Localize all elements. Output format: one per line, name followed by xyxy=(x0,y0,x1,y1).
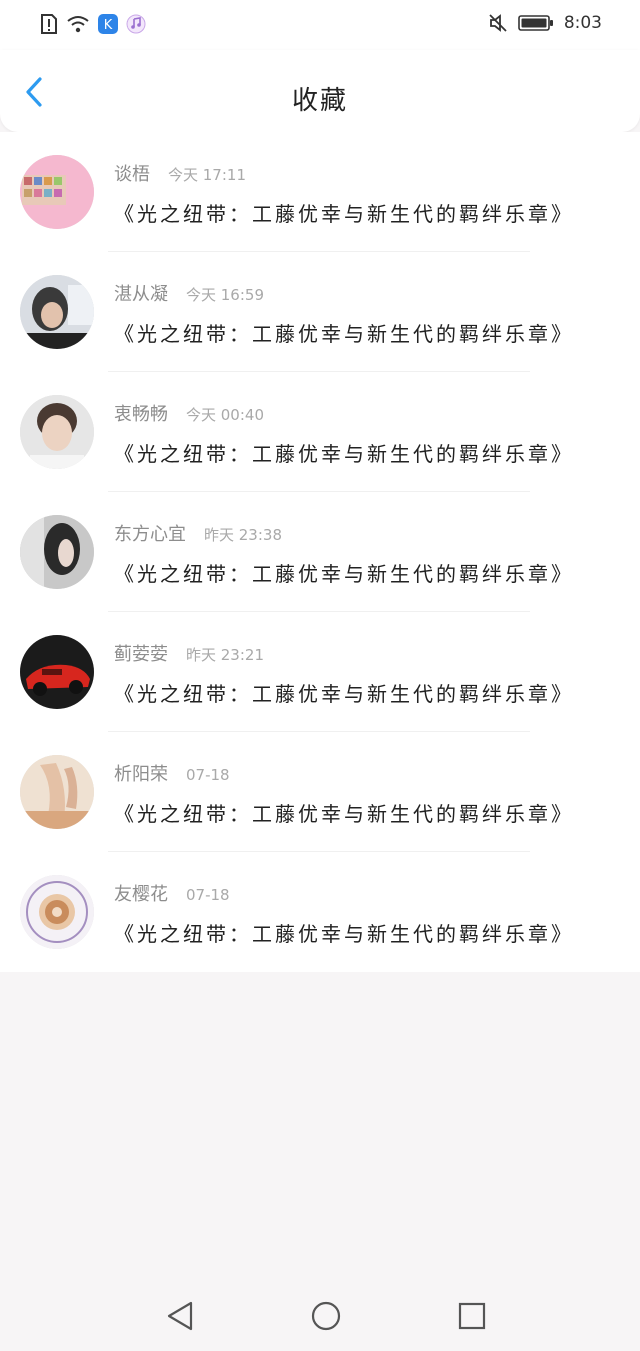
favorites-list: 谈梧 今天 17:11 《光之纽带：工藤优幸与新生代的羁绊乐章》 湛从凝 今天 … xyxy=(0,132,640,972)
favorite-time: 今天 00:40 xyxy=(186,406,264,424)
square-recents-icon xyxy=(458,1302,486,1329)
avatar xyxy=(20,755,94,829)
list-item[interactable]: 东方心宜 昨天 23:38 《光之纽带：工藤优幸与新生代的羁绊乐章》 xyxy=(0,492,640,612)
favorite-time: 今天 16:59 xyxy=(186,286,264,304)
article-title: 《光之纽带：工藤优幸与新生代的羁绊乐章》 xyxy=(114,922,574,946)
system-nav-bar xyxy=(0,1280,640,1351)
avatar xyxy=(20,275,94,349)
article-title: 《光之纽带：工藤优幸与新生代的羁绊乐章》 xyxy=(114,322,574,346)
avatar xyxy=(20,155,94,229)
mute-icon xyxy=(489,14,507,32)
k-app-letter: K xyxy=(104,18,113,33)
avatar xyxy=(20,635,94,709)
list-item[interactable]: 谈梧 今天 17:11 《光之纽带：工藤优幸与新生代的羁绊乐章》 xyxy=(0,132,640,252)
article-title: 《光之纽带：工藤优幸与新生代的羁绊乐章》 xyxy=(114,802,574,826)
user-name: 友樱花 xyxy=(114,884,168,905)
user-name: 东方心宜 xyxy=(114,524,186,545)
battery-icon xyxy=(518,15,553,31)
favorite-time: 昨天 23:21 xyxy=(186,646,264,664)
music-icon xyxy=(126,14,146,34)
list-item[interactable]: 友樱花 07-18 《光之纽带：工藤优幸与新生代的羁绊乐章》 xyxy=(0,852,640,972)
nav-home-button[interactable] xyxy=(306,1296,346,1336)
favorite-time: 昨天 23:38 xyxy=(204,526,282,544)
favorite-time: 今天 17:11 xyxy=(168,166,246,184)
user-name: 衷畅畅 xyxy=(114,404,168,425)
favorites-screen: K 8:03 收藏 谈梧 今天 17:11 《光之纽带：工藤优幸与新生代的羁绊乐… xyxy=(0,0,640,1351)
favorite-time: 07-18 xyxy=(186,766,230,784)
avatar xyxy=(20,395,94,469)
circle-home-icon xyxy=(311,1301,341,1330)
status-bar: K 8:03 xyxy=(0,0,640,50)
article-title: 《光之纽带：工藤优幸与新生代的羁绊乐章》 xyxy=(114,442,574,466)
avatar xyxy=(20,875,94,949)
user-name: 谈梧 xyxy=(114,164,150,185)
triangle-back-icon xyxy=(167,1301,193,1330)
wifi-icon xyxy=(67,16,89,33)
article-title: 《光之纽带：工藤优幸与新生代的羁绊乐章》 xyxy=(114,562,574,586)
user-name: 湛从凝 xyxy=(114,284,168,305)
page-title: 收藏 xyxy=(291,86,348,116)
nav-recents-button[interactable] xyxy=(452,1296,492,1336)
list-item[interactable]: 衷畅畅 今天 00:40 《光之纽带：工藤优幸与新生代的羁绊乐章》 xyxy=(0,372,640,492)
article-title: 《光之纽带：工藤优幸与新生代的羁绊乐章》 xyxy=(114,682,574,706)
k-app-icon: K xyxy=(98,14,118,34)
list-item[interactable]: 湛从凝 今天 16:59 《光之纽带：工藤优幸与新生代的羁绊乐章》 xyxy=(0,252,640,372)
avatar xyxy=(20,515,94,589)
alert-icon xyxy=(41,14,57,34)
favorite-time: 07-18 xyxy=(186,886,230,904)
article-title: 《光之纽带：工藤优幸与新生代的羁绊乐章》 xyxy=(114,202,574,226)
status-time: 8:03 xyxy=(563,13,602,33)
list-item[interactable]: 蓟荌荌 昨天 23:21 《光之纽带：工藤优幸与新生代的羁绊乐章》 xyxy=(0,612,640,732)
list-item[interactable]: 析阳荣 07-18 《光之纽带：工藤优幸与新生代的羁绊乐章》 xyxy=(0,732,640,852)
nav-back-button[interactable] xyxy=(160,1296,200,1336)
user-name: 析阳荣 xyxy=(114,764,168,785)
user-name: 蓟荌荌 xyxy=(114,644,168,665)
nav-header: 收藏 xyxy=(0,50,640,132)
